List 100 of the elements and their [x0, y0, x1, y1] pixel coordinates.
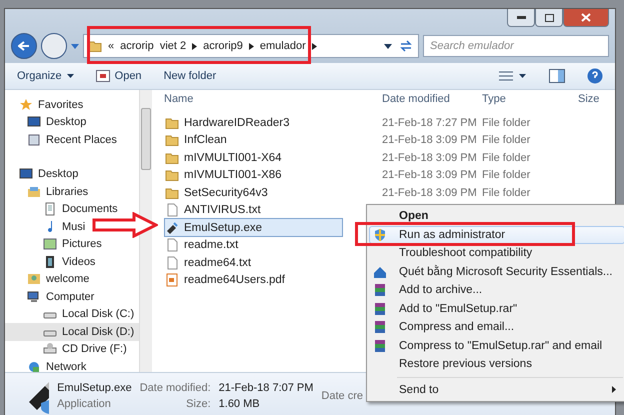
nav-item[interactable]: Musi	[5, 218, 86, 236]
caret-icon[interactable]	[192, 42, 198, 50]
maximize-button[interactable]	[535, 9, 563, 27]
nav-item[interactable]: Libraries	[5, 183, 88, 200]
menu-item[interactable]: Compress to "EmulSetup.rar" and email	[369, 336, 624, 355]
document-icon	[43, 202, 57, 216]
column-header[interactable]: Name	[164, 92, 382, 104]
close-button[interactable]	[563, 9, 609, 27]
nav-item[interactable]: Desktop	[5, 114, 86, 131]
address-bar[interactable]: « acrorip viet 2 acrorip9 emulador	[83, 34, 419, 58]
type-cell-text: File folder	[482, 152, 532, 164]
field-value: 1.60 MB	[218, 398, 261, 410]
type-cell-text: File folder	[482, 169, 532, 181]
caret-icon[interactable]	[384, 44, 392, 48]
folder-icon	[165, 186, 179, 200]
nav-item[interactable]: Documents	[5, 200, 118, 218]
help-icon[interactable]	[587, 68, 603, 84]
nav-item[interactable]: Computer	[5, 288, 94, 306]
submenu-arrow-icon	[612, 386, 616, 394]
menu-item[interactable]: Open	[369, 207, 624, 226]
menu-item[interactable]: Compress and email...	[369, 318, 624, 336]
books-icon	[373, 338, 387, 352]
close-icon	[581, 13, 591, 22]
library-icon	[27, 184, 41, 199]
computer-icon	[27, 290, 41, 304]
breadcrumb[interactable]: acrorip viet 2	[120, 40, 186, 52]
caret-icon[interactable]	[248, 42, 254, 50]
file-row[interactable]: readme64Users.pdf	[164, 270, 366, 290]
recent-places-icon	[27, 132, 41, 147]
file-name: EmulSetup.exe	[57, 382, 132, 394]
nav-item[interactable]: Pictures	[5, 236, 102, 253]
file-row[interactable]: HardwareIDReader3	[164, 113, 370, 132]
view-options-icon[interactable]	[499, 70, 527, 82]
books-icon	[373, 283, 387, 297]
breadcrumb[interactable]: emulador	[260, 40, 306, 52]
nav-item[interactable]: Network	[5, 358, 86, 376]
picture-icon	[43, 237, 57, 252]
folder-icon	[165, 168, 179, 182]
new-folder-button[interactable]: New folder	[164, 70, 216, 82]
preview-pane-icon[interactable]	[549, 69, 565, 83]
column-header[interactable]: Size	[578, 92, 615, 104]
back-button[interactable]	[11, 33, 37, 59]
overflow-chevron[interactable]: «	[108, 40, 114, 52]
nav-item[interactable]: Videos	[5, 253, 96, 270]
nav-item[interactable]: Local Disk (C:)	[5, 306, 134, 323]
file-row[interactable]: mIVMULTI001-X86	[164, 166, 363, 184]
file-row[interactable]: InfClean	[164, 130, 308, 150]
minimize-button[interactable]	[507, 9, 535, 27]
date-cell-text: 21-Feb-18 3:09 PM	[382, 169, 478, 181]
type-cell-text: File folder	[482, 116, 532, 128]
file-row[interactable]: readme.txt	[164, 236, 320, 254]
nav-item[interactable]: Recent Places	[5, 131, 117, 148]
file-row[interactable]: readme64.txt	[164, 253, 332, 272]
date-cell-text: 21-Feb-18 3:09 PM	[382, 186, 478, 198]
house-icon	[373, 264, 387, 278]
breadcrumb[interactable]: acrorip9	[203, 40, 243, 52]
search-field[interactable]: Search emulador	[423, 35, 609, 57]
menu-item[interactable]: Add to archive...	[369, 281, 624, 300]
organize-button[interactable]: Organize	[17, 70, 74, 82]
nav-item[interactable]: Local Disk (D:)	[5, 323, 139, 340]
menu-item[interactable]: Add to "EmulSetup.rar"	[369, 300, 624, 318]
open-button[interactable]: Open	[96, 70, 142, 82]
back-arrow-icon	[18, 41, 30, 51]
refresh-icon[interactable]	[398, 39, 414, 53]
scrollbar[interactable]	[139, 90, 152, 372]
open-window-icon	[96, 70, 110, 82]
file-row[interactable]: SetSecurity64v3	[164, 183, 349, 202]
file-row[interactable]: ANTIVIRUS.txt	[164, 200, 342, 220]
maximize-icon	[544, 14, 554, 22]
pdf-icon	[165, 273, 179, 287]
folder-icon	[165, 150, 179, 164]
star-icon	[19, 98, 33, 112]
column-header[interactable]: Type	[482, 92, 578, 104]
date-cell-text: 21-Feb-18 7:27 PM	[382, 116, 478, 128]
file-row[interactable]: mIVMULTI001-X64	[164, 148, 363, 167]
caret-icon	[66, 74, 74, 78]
caret-icon[interactable]	[312, 42, 317, 50]
file-type: Application	[57, 398, 112, 410]
field-value: 21-Feb-18 7:07 PM	[218, 382, 314, 394]
type-cell-text: File folder	[482, 134, 532, 146]
date-cell-text: 21-Feb-18 3:09 PM	[382, 134, 478, 146]
nav-item[interactable]: Favorites	[5, 96, 84, 114]
folder-icon	[165, 116, 179, 130]
nav-item[interactable]: CD Drive (F:)	[5, 340, 127, 358]
column-header[interactable]: Date modified	[382, 92, 482, 104]
nav-item[interactable]: Desktop	[5, 166, 78, 183]
menu-item[interactable]: Restore previous versions	[369, 355, 624, 374]
forward-button[interactable]	[41, 33, 67, 59]
user-folder-icon	[27, 272, 41, 286]
annotation-arrow	[92, 212, 158, 238]
menu-item[interactable]: Troubleshoot compatibility	[369, 244, 624, 262]
menu-item[interactable]: Send to	[369, 380, 624, 399]
field-label: Date cre	[321, 390, 363, 402]
menu-item[interactable]: Quét bằng Microsoft Security Essentials...	[369, 262, 624, 281]
minimize-icon	[516, 16, 526, 19]
menu-item[interactable]: Run as administrator	[369, 226, 624, 244]
monitor-icon	[27, 115, 41, 130]
nav-item[interactable]: welcome	[5, 270, 90, 288]
monitor-icon	[19, 167, 33, 182]
file-row[interactable]: EmulSetup.exe	[164, 218, 343, 237]
